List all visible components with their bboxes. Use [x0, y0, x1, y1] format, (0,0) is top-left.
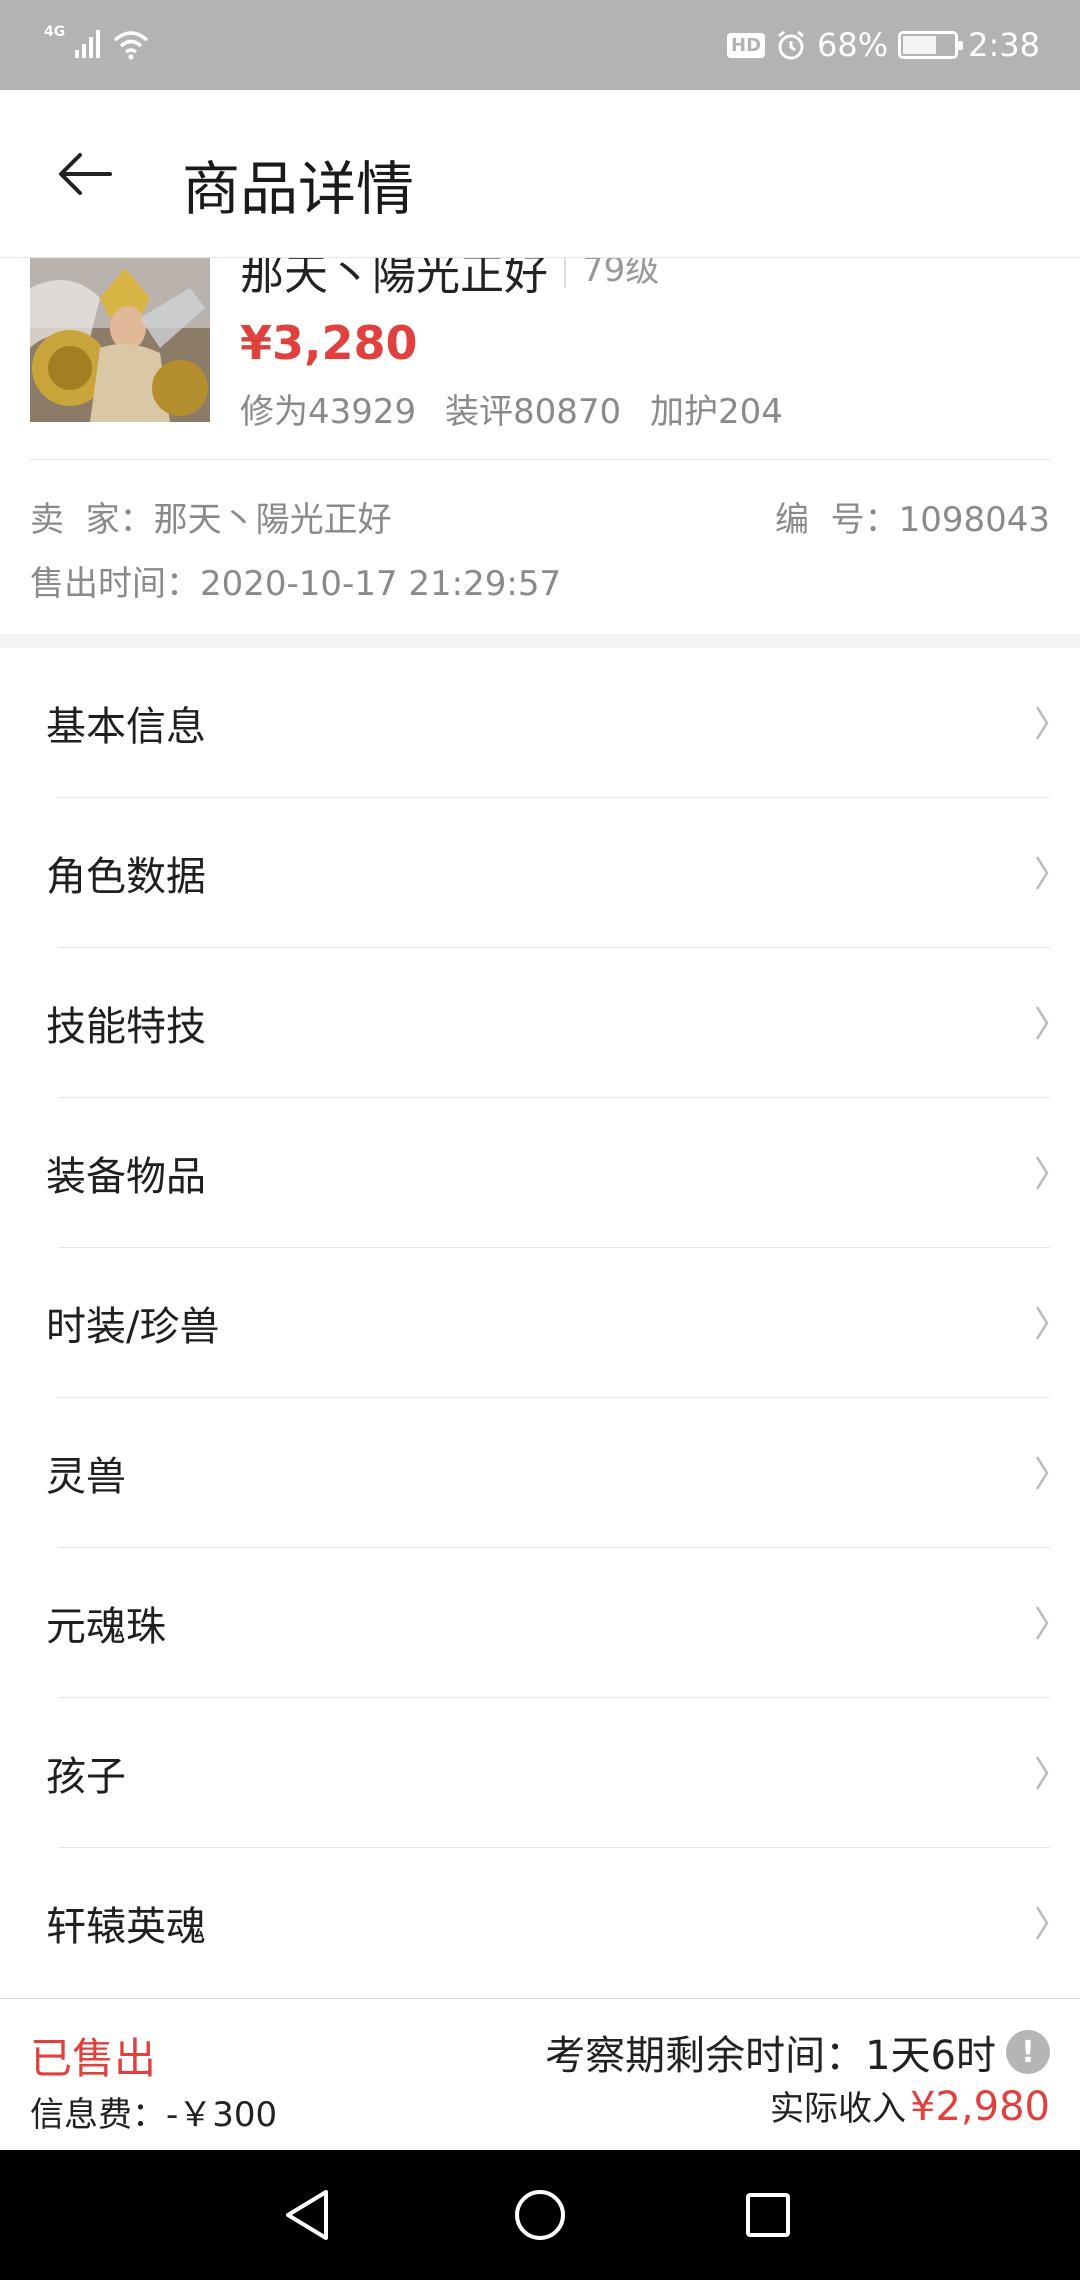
detail-menu: 基本信息 角色数据 技能特技 装备物品 时装/珍兽 灵兽 元魂珠 孩子 轩辕英魂	[0, 648, 1080, 1998]
character-portrait-image	[30, 258, 210, 422]
inspection-remaining: 考察期剩余时间：1天6时	[545, 2033, 996, 2079]
menu-item-spirit-beast[interactable]: 灵兽	[0, 1398, 1080, 1548]
info-icon[interactable]: !	[1006, 2030, 1050, 2074]
battery-fill	[903, 36, 936, 54]
status-right: HD 68% 2:38	[727, 20, 1040, 70]
chevron-right-icon	[1035, 1306, 1049, 1340]
actual-income: 实际收入 ¥2,980	[770, 2081, 1050, 2130]
menu-item-children[interactable]: 孩子	[0, 1698, 1080, 1848]
menu-item-character-data[interactable]: 角色数据	[0, 798, 1080, 948]
product-stats: 修为43929 装评80870 加护204	[240, 384, 801, 433]
menu-item-label: 基本信息	[46, 704, 206, 750]
product-name: 那天丶陽光正好	[240, 258, 548, 300]
menu-item-label: 时装/珍兽	[46, 1304, 220, 1350]
serial-number: 编 号：1098043	[774, 500, 1050, 540]
inspection-period: 考察期剩余时间：1天6时 !	[545, 2023, 1050, 2081]
product-level: 79级	[564, 258, 659, 288]
back-button[interactable]	[50, 134, 120, 214]
stat-gear-score: 装评80870	[444, 392, 622, 432]
menu-item-label: 灵兽	[46, 1454, 126, 1500]
chevron-right-icon	[1035, 1756, 1049, 1790]
chevron-right-icon	[1035, 1456, 1049, 1490]
battery-percent: 68%	[817, 26, 889, 64]
menu-item-label: 元魂珠	[46, 1604, 166, 1650]
menu-item-label: 轩辕英魂	[46, 1904, 206, 1950]
menu-item-label: 装备物品	[46, 1154, 206, 1200]
actual-income-label: 实际收入	[770, 2089, 907, 2129]
nav-back-button[interactable]	[272, 2180, 342, 2250]
nav-recents-button[interactable]	[733, 2180, 803, 2250]
menu-item-label: 孩子	[46, 1754, 126, 1800]
menu-item-label: 角色数据	[46, 854, 206, 900]
network-type: 4G	[44, 24, 66, 40]
stat-protection: 加护204	[649, 392, 783, 432]
product-name-row: 那天丶陽光正好 79级	[240, 258, 659, 302]
page-title: 商品详情	[182, 155, 415, 223]
wifi-icon	[114, 31, 149, 60]
chevron-right-icon	[1035, 706, 1049, 740]
sold-status: 已售出	[30, 2034, 157, 2083]
circle-home-icon	[515, 2190, 565, 2240]
product-price: ¥3,280	[240, 316, 418, 370]
menu-item-soul-orb[interactable]: 元魂珠	[0, 1548, 1080, 1698]
product-summary: 那天丶陽光正好 79级 ¥3,280 修为43929 装评80870 加护204	[0, 258, 1080, 458]
triangle-back-icon	[286, 2190, 328, 2240]
app-header: 商品详情	[0, 90, 1080, 258]
square-recents-icon	[746, 2193, 790, 2237]
chevron-right-icon	[1035, 856, 1049, 890]
character-avatar	[30, 258, 210, 422]
system-nav-bar	[0, 2150, 1080, 2280]
chevron-right-icon	[1035, 1906, 1049, 1940]
menu-item-xuanyuan-soul[interactable]: 轩辕英魂	[0, 1848, 1080, 1998]
menu-item-fashion-pets[interactable]: 时装/珍兽	[0, 1248, 1080, 1398]
order-footer: 已售出 信息费：-￥300 考察期剩余时间：1天6时 ! 实际收入 ¥2,980	[0, 1998, 1080, 2150]
alarm-icon	[778, 30, 804, 60]
actual-income-value: ¥2,980	[910, 2084, 1050, 2130]
sale-time: 售出时间：2020-10-17 21:29:57	[30, 564, 562, 604]
chevron-right-icon	[1035, 1606, 1049, 1640]
info-fee: 信息费：-￥300	[30, 2095, 278, 2135]
signal-icon	[75, 30, 101, 58]
status-left: 4G	[44, 22, 151, 66]
menu-item-skills[interactable]: 技能特技	[0, 948, 1080, 1098]
back-arrow-icon	[59, 153, 112, 195]
battery-icon	[898, 31, 964, 59]
nav-home-button[interactable]	[505, 2180, 575, 2250]
divider	[30, 459, 1050, 460]
menu-item-basic-info[interactable]: 基本信息	[0, 648, 1080, 798]
stat-cultivation: 修为43929	[240, 392, 417, 432]
menu-item-label: 技能特技	[46, 1004, 206, 1050]
seller-row: 卖 家：那天丶陽光正好 编 号：1098043	[30, 492, 1050, 541]
menu-item-equipment[interactable]: 装备物品	[0, 1098, 1080, 1248]
chevron-right-icon	[1035, 1006, 1049, 1040]
status-bar: 4G HD 68% 2:38	[0, 0, 1080, 90]
chevron-right-icon	[1035, 1156, 1049, 1190]
section-gap	[0, 634, 1080, 648]
seller-name: 卖 家：那天丶陽光正好	[30, 500, 392, 540]
hd-badge: HD	[727, 32, 766, 58]
clock: 2:38	[968, 26, 1040, 64]
